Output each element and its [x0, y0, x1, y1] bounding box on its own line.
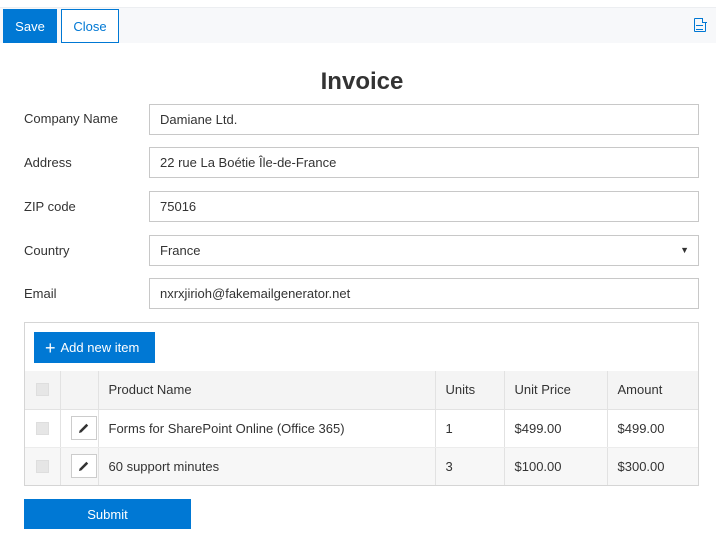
email-input[interactable]: nxrxjirioh@fakemailgenerator.net — [149, 278, 699, 309]
column-header-product-name[interactable]: Product Name — [97, 371, 435, 410]
plus-icon: + — [45, 338, 56, 358]
company-name-label: Company Name — [24, 111, 118, 126]
address-input[interactable]: 22 rue La Boétie Île-de-France — [149, 147, 699, 178]
address-label: Address — [24, 155, 72, 170]
row-edit-cell — [59, 447, 98, 485]
column-header-unit-price[interactable]: Unit Price — [503, 371, 607, 410]
submit-button[interactable]: Submit — [24, 499, 191, 529]
row-select-cell — [25, 447, 60, 485]
edit-row-button[interactable] — [71, 416, 97, 440]
row-select-cell — [25, 409, 60, 448]
zip-code-input[interactable]: 75016 — [149, 191, 699, 222]
edit-column-header — [59, 371, 98, 410]
save-button[interactable]: Save — [3, 9, 57, 43]
items-table: Product Name Units Unit Price Amount For… — [25, 371, 698, 485]
pdf-export-icon[interactable] — [694, 17, 707, 32]
email-label: Email — [24, 286, 57, 301]
zip-code-label: ZIP code — [24, 199, 76, 214]
dropdown-arrow-icon: ▼ — [680, 245, 689, 255]
product-name-cell: 60 support minutes — [97, 447, 435, 485]
close-button[interactable]: Close — [61, 9, 119, 43]
amount-cell: $499.00 — [606, 409, 698, 448]
table-header-row: Product Name Units Unit Price Amount — [25, 371, 698, 410]
toolbar: Save Close — [0, 7, 716, 43]
pencil-icon — [79, 423, 89, 433]
product-name-cell: Forms for SharePoint Online (Office 365) — [97, 409, 435, 448]
units-cell: 1 — [434, 409, 504, 448]
add-new-item-label: Add new item — [60, 340, 140, 355]
country-label: Country — [24, 243, 70, 258]
unit-price-cell: $100.00 — [503, 447, 607, 485]
country-select[interactable]: France ▼ — [149, 235, 699, 266]
unit-price-cell: $499.00 — [503, 409, 607, 448]
units-cell: 3 — [434, 447, 504, 485]
company-name-input[interactable]: Damiane Ltd. — [149, 104, 699, 135]
table-row: 60 support minutes 3 $100.00 $300.00 — [25, 447, 698, 485]
column-header-units[interactable]: Units — [434, 371, 504, 410]
select-all-cell — [25, 371, 60, 410]
table-row: Forms for SharePoint Online (Office 365)… — [25, 409, 698, 448]
add-new-item-button[interactable]: + Add new item — [34, 332, 155, 363]
select-all-checkbox[interactable] — [35, 383, 49, 397]
row-checkbox[interactable] — [35, 421, 49, 435]
row-checkbox[interactable] — [35, 459, 49, 473]
page-title: Invoice — [320, 68, 404, 95]
column-header-amount[interactable]: Amount — [606, 371, 698, 410]
pencil-icon — [79, 462, 89, 472]
row-edit-cell — [59, 409, 98, 448]
edit-row-button[interactable] — [71, 454, 97, 479]
country-select-value: France — [160, 243, 201, 258]
items-grid: + Add new item Product Name Units Unit Pr… — [24, 322, 699, 486]
amount-cell: $300.00 — [606, 447, 698, 485]
